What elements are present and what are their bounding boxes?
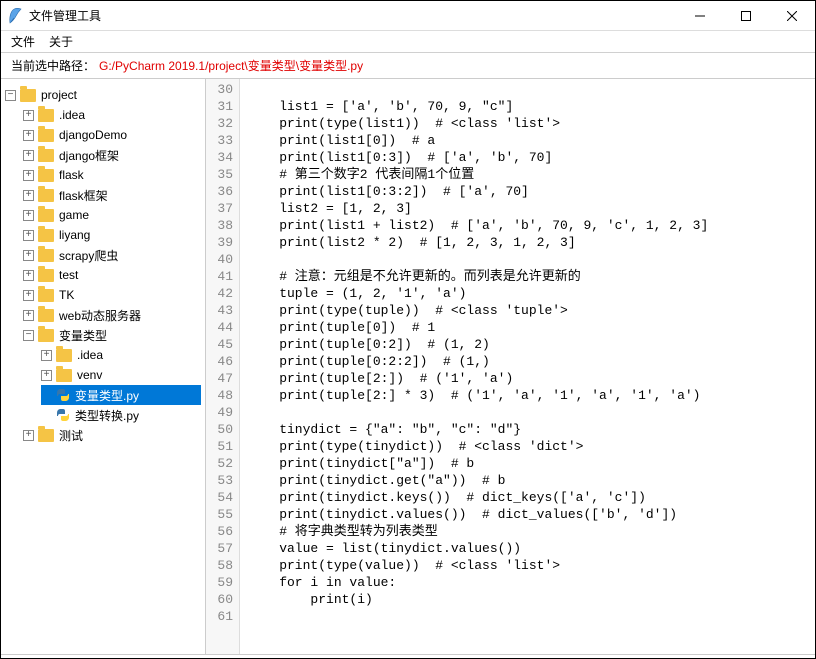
tree-item[interactable]: + django框架 <box>23 145 201 165</box>
title-bar: 文件管理工具 <box>1 1 815 31</box>
folder-icon <box>20 89 36 102</box>
tree-item[interactable]: + liyang <box>23 225 201 245</box>
tree-item-label: liyang <box>59 228 90 242</box>
code-content[interactable]: list1 = ['a', 'b', 70, 9, "c"] print(typ… <box>240 79 815 654</box>
close-button[interactable] <box>769 1 815 30</box>
folder-icon <box>38 249 54 262</box>
path-label: 当前选中路径： <box>11 57 95 74</box>
tree-item-label: test <box>59 268 78 282</box>
tree-toggle[interactable]: − <box>5 90 16 101</box>
window-title: 文件管理工具 <box>29 7 677 24</box>
folder-icon <box>38 289 54 302</box>
folder-icon <box>38 429 54 442</box>
path-bar: 当前选中路径： G:/PyCharm 2019.1/project\变量类型\变… <box>1 53 815 79</box>
tree-item[interactable]: + .idea <box>41 345 201 365</box>
bottom-border <box>1 654 815 658</box>
menu-file[interactable]: 文件 <box>11 33 35 50</box>
tree-item-label: TK <box>59 288 74 302</box>
tree-toggle[interactable]: + <box>23 250 34 261</box>
tree-item-label: web动态服务器 <box>59 307 141 324</box>
tree-toggle[interactable]: + <box>23 430 34 441</box>
app-icon <box>7 8 23 24</box>
maximize-button[interactable] <box>723 1 769 30</box>
tree-toggle[interactable]: + <box>23 230 34 241</box>
window-controls <box>677 1 815 30</box>
tree-item[interactable]: + web动态服务器 <box>23 305 201 325</box>
tree-item-label: .idea <box>77 348 103 362</box>
tree-toggle[interactable]: + <box>41 350 52 361</box>
tree-item[interactable]: + TK <box>23 285 201 305</box>
tree-item[interactable]: + game <box>23 205 201 225</box>
tree-item[interactable]: − 变量类型 <box>23 325 201 345</box>
python-icon <box>56 408 70 422</box>
file-tree[interactable]: − project + .idea + djangoDemo + django框架 + flask… <box>1 79 206 654</box>
tree-toggle[interactable]: + <box>23 310 34 321</box>
tree-item[interactable]: 变量类型.py <box>41 385 201 405</box>
tree-item-label: 变量类型.py <box>75 387 139 404</box>
code-viewer: 30 31 32 33 34 35 36 37 38 39 40 41 42 4… <box>206 79 815 654</box>
tree-item[interactable]: + djangoDemo <box>23 125 201 145</box>
tree-item-label: .idea <box>59 108 85 122</box>
minimize-button[interactable] <box>677 1 723 30</box>
menu-about[interactable]: 关于 <box>49 33 73 50</box>
tree-root-item[interactable]: − project <box>5 85 201 105</box>
folder-icon <box>38 209 54 222</box>
tree-item-label: flask <box>59 168 84 182</box>
tree-item-label: game <box>59 208 89 222</box>
tree-item[interactable]: + venv <box>41 365 201 385</box>
python-icon <box>56 388 70 402</box>
tree-item[interactable]: + 测试 <box>23 425 201 445</box>
tree-item-label: 类型转换.py <box>75 407 139 424</box>
tree-item-label: venv <box>77 368 102 382</box>
folder-icon <box>38 189 54 202</box>
folder-icon <box>56 369 72 382</box>
tree-item[interactable]: + scrapy爬虫 <box>23 245 201 265</box>
main-split: − project + .idea + djangoDemo + django框架 + flask… <box>1 79 815 654</box>
line-gutter: 30 31 32 33 34 35 36 37 38 39 40 41 42 4… <box>206 79 240 654</box>
tree-toggle[interactable]: + <box>41 370 52 381</box>
folder-icon <box>38 269 54 282</box>
tree-toggle[interactable]: + <box>23 110 34 121</box>
tree-item-label: flask框架 <box>59 187 108 204</box>
tree-item-label: 变量类型 <box>59 327 107 344</box>
folder-icon <box>38 329 54 342</box>
folder-icon <box>38 149 54 162</box>
tree-toggle[interactable]: − <box>23 330 34 341</box>
folder-icon <box>38 129 54 142</box>
tree-item[interactable]: + .idea <box>23 105 201 125</box>
tree-toggle[interactable]: + <box>23 130 34 141</box>
tree-toggle[interactable]: + <box>23 210 34 221</box>
tree-toggle[interactable]: + <box>23 190 34 201</box>
tree-item-label: djangoDemo <box>59 128 127 142</box>
tree-item-label: project <box>41 88 77 102</box>
folder-icon <box>38 229 54 242</box>
tree-toggle[interactable]: + <box>23 170 34 181</box>
folder-icon <box>56 349 72 362</box>
tree-toggle[interactable]: + <box>23 150 34 161</box>
tree-item-label: 测试 <box>59 427 83 444</box>
tree-item-label: django框架 <box>59 147 119 164</box>
tree-item[interactable]: + test <box>23 265 201 285</box>
folder-icon <box>38 109 54 122</box>
tree-item[interactable]: + flask <box>23 165 201 185</box>
folder-icon <box>38 309 54 322</box>
folder-icon <box>38 169 54 182</box>
menu-bar: 文件 关于 <box>1 31 815 53</box>
tree-item-label: scrapy爬虫 <box>59 247 118 264</box>
tree-toggle[interactable]: + <box>23 290 34 301</box>
tree-item[interactable]: 类型转换.py <box>41 405 201 425</box>
current-path: G:/PyCharm 2019.1/project\变量类型\变量类型.py <box>99 57 363 74</box>
tree-toggle[interactable]: + <box>23 270 34 281</box>
tree-item[interactable]: + flask框架 <box>23 185 201 205</box>
